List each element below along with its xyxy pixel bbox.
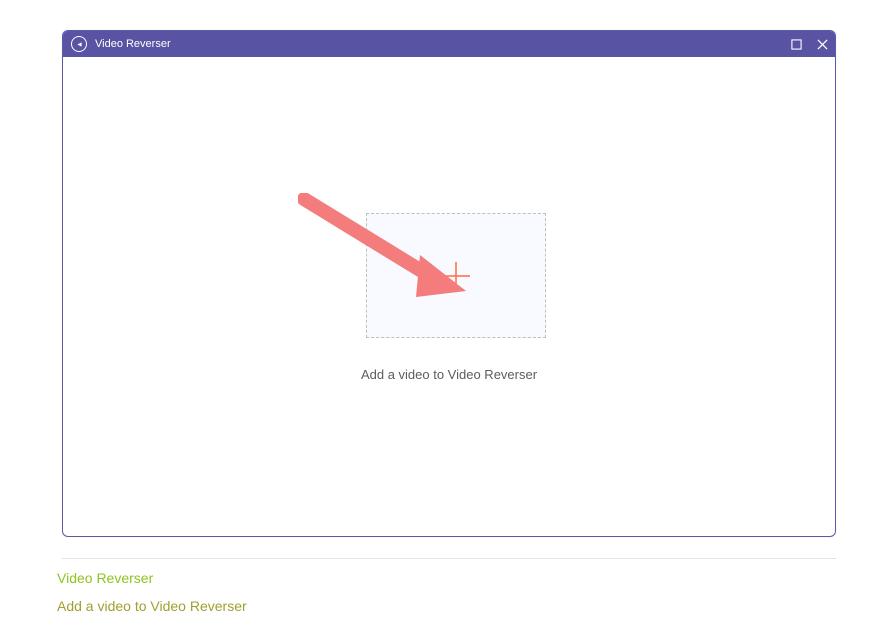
- divider: [62, 558, 836, 559]
- dropzone-caption: Add a video to Video Reverser: [70, 367, 828, 382]
- window-title: Video Reverser: [95, 38, 171, 50]
- maximize-button[interactable]: [789, 37, 803, 51]
- caption-line-1: Video Reverser: [57, 570, 153, 586]
- window-controls: [789, 31, 829, 57]
- caption-line-2: Add a video to Video Reverser: [57, 598, 247, 614]
- app-window: Video Reverser A: [62, 30, 836, 537]
- play-circle-icon: [71, 36, 87, 52]
- content-area: Add a video to Video Reverser: [70, 57, 828, 529]
- plus-icon: [438, 258, 474, 294]
- add-video-dropzone[interactable]: [366, 213, 546, 338]
- titlebar: Video Reverser: [63, 31, 835, 57]
- close-button[interactable]: [815, 37, 829, 51]
